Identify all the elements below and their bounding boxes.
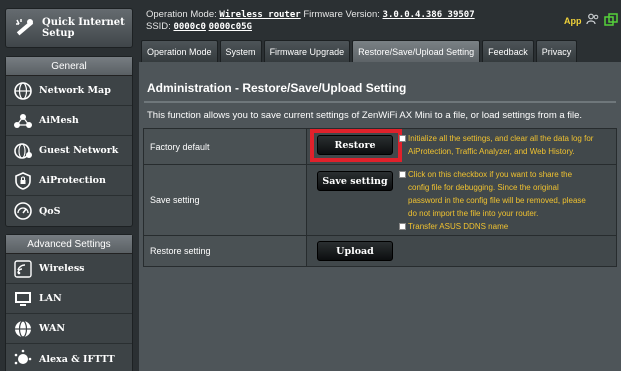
ssid-line: SSID: 0000c0 0000c05G (146, 21, 252, 32)
table-row: Restore setting Upload (143, 235, 617, 267)
factory-default-note: Initialize all the settings, and clear a… (408, 132, 593, 158)
users-icon[interactable] (586, 13, 600, 28)
wizard-icon (12, 15, 38, 41)
save-note-line4: do not import the file into your router. (408, 209, 539, 218)
op-mode-link[interactable]: Wireless router (219, 10, 300, 20)
header-bar: Operation Mode: Wireless router Firmware… (139, 0, 621, 38)
sidebar-item-lan[interactable]: LAN (6, 284, 132, 314)
page-description: This function allows you to save current… (147, 110, 583, 121)
table-row: Save setting Save setting Click on this … (143, 164, 617, 236)
advanced-settings-header: Advanced Settings (6, 235, 132, 254)
table-row: Factory default Restore Initialize all t… (143, 128, 617, 165)
quick-setup-label-line1: Quick Internet (42, 17, 125, 28)
quick-setup-label-line2: Setup (42, 28, 75, 39)
quick-internet-setup-button[interactable]: Quick Internet Setup (5, 8, 133, 48)
save-note-line2: config file for debugging. Since the ori… (408, 183, 559, 192)
save-note-line1: Click on this checkbox if you want to sh… (408, 170, 573, 179)
sidebar-item-qos[interactable]: QoS (6, 196, 132, 226)
tab-restore-save-upload[interactable]: Restore/Save/Upload Setting (352, 40, 481, 62)
guest-globe-icon (13, 141, 33, 161)
sidebar-item-label: AiProtection (39, 175, 106, 186)
tab-feedback[interactable]: Feedback (482, 40, 534, 62)
sidebar-item-label: Wireless (39, 263, 85, 274)
factory-note-line1: Initialize all the settings, and clear a… (408, 134, 594, 143)
globe-network-icon (13, 81, 33, 101)
sidebar-item-label: LAN (39, 293, 62, 304)
main-panel: Administration - Restore/Save/Upload Set… (139, 62, 621, 371)
tab-privacy[interactable]: Privacy (535, 40, 578, 62)
tab-operation-mode[interactable]: Operation Mode (141, 40, 218, 62)
page-title: Administration - Restore/Save/Upload Set… (147, 81, 407, 95)
sidebar-item-guest-network[interactable]: Guest Network (6, 136, 132, 166)
operation-status-line: Operation Mode: Wireless router Firmware… (146, 9, 475, 20)
transfer-ddns-checkbox[interactable] (399, 223, 406, 230)
mesh-nodes-icon (13, 111, 33, 131)
sidebar-item-wireless[interactable]: Wireless (6, 254, 132, 284)
sidebar: Quick Internet Setup General Network Map… (0, 0, 139, 371)
save-setting-note: Click on this checkbox if you want to sh… (408, 168, 586, 220)
voice-assistant-icon (13, 349, 33, 369)
sidebar-item-label: Alexa & IFTTT (39, 353, 115, 365)
save-setting-cell: Save setting Click on this checkbox if y… (306, 164, 617, 236)
sidebar-item-aimesh[interactable]: AiMesh (6, 106, 132, 136)
sidebar-item-network-map[interactable]: Network Map (6, 76, 132, 106)
restore-setting-cell: Upload (306, 235, 617, 267)
factory-default-label: Factory default (143, 128, 307, 165)
globe-icon (13, 319, 33, 339)
app-link[interactable]: App (564, 16, 582, 26)
shield-lock-icon (13, 171, 33, 191)
firmware-version-link[interactable]: 3.0.0.4.386_39507 (383, 10, 475, 20)
ssid-5g-link[interactable]: 0000c05G (209, 22, 252, 32)
title-divider (144, 101, 616, 103)
quick-setup-label: Quick Internet Setup (42, 17, 125, 39)
sidebar-item-label: Guest Network (39, 145, 119, 156)
ssid-label: SSID: (146, 21, 171, 32)
initialize-checkbox[interactable] (399, 135, 406, 142)
sidebar-item-label: QoS (39, 205, 61, 217)
save-note-line3: password in the config file will be remo… (408, 196, 586, 205)
advanced-menu: Advanced Settings Wireless LAN WAN Alexa… (5, 234, 133, 371)
op-mode-label: Operation Mode: (146, 9, 217, 20)
transfer-ddns-label: Transfer ASUS DDNS name (408, 222, 509, 231)
sidebar-item-alexa-ifttt[interactable]: Alexa & IFTTT (6, 344, 132, 371)
router-admin-page: Quick Internet Setup General Network Map… (0, 0, 621, 371)
tab-firmware-upgrade[interactable]: Firmware Upgrade (263, 40, 351, 62)
factory-default-cell: Restore Initialize all the settings, and… (306, 128, 617, 165)
share-config-checkbox[interactable] (399, 171, 406, 178)
factory-note-line2: AiProtection, Traffic Analyzer, and Web … (408, 147, 575, 156)
restore-setting-label: Restore setting (143, 235, 307, 267)
restore-button[interactable]: Restore (317, 135, 393, 155)
settings-table: Factory default Restore Initialize all t… (143, 128, 617, 267)
upload-button[interactable]: Upload (317, 241, 393, 261)
tab-system[interactable]: System (219, 40, 262, 62)
copy-screens-icon[interactable] (604, 13, 618, 30)
sidebar-item-label: AiMesh (39, 115, 79, 126)
sidebar-item-wan[interactable]: WAN (6, 314, 132, 344)
ssid-2g-link[interactable]: 0000c0 (173, 22, 206, 32)
gauge-icon (13, 201, 33, 221)
sidebar-item-label: Network Map (39, 85, 111, 96)
firmware-label: Firmware Version: (303, 9, 380, 20)
sidebar-item-label: WAN (39, 323, 66, 334)
sidebar-item-aiprotection[interactable]: AiProtection (6, 166, 132, 196)
save-setting-label: Save setting (143, 164, 307, 236)
save-setting-button[interactable]: Save setting (317, 171, 393, 191)
general-header: General (6, 57, 132, 76)
monitor-icon (13, 289, 33, 309)
wifi-icon (13, 259, 33, 279)
general-menu: General Network Map AiMesh Guest Network… (5, 56, 133, 227)
admin-tabs: Operation Mode System Firmware Upgrade R… (139, 38, 621, 62)
